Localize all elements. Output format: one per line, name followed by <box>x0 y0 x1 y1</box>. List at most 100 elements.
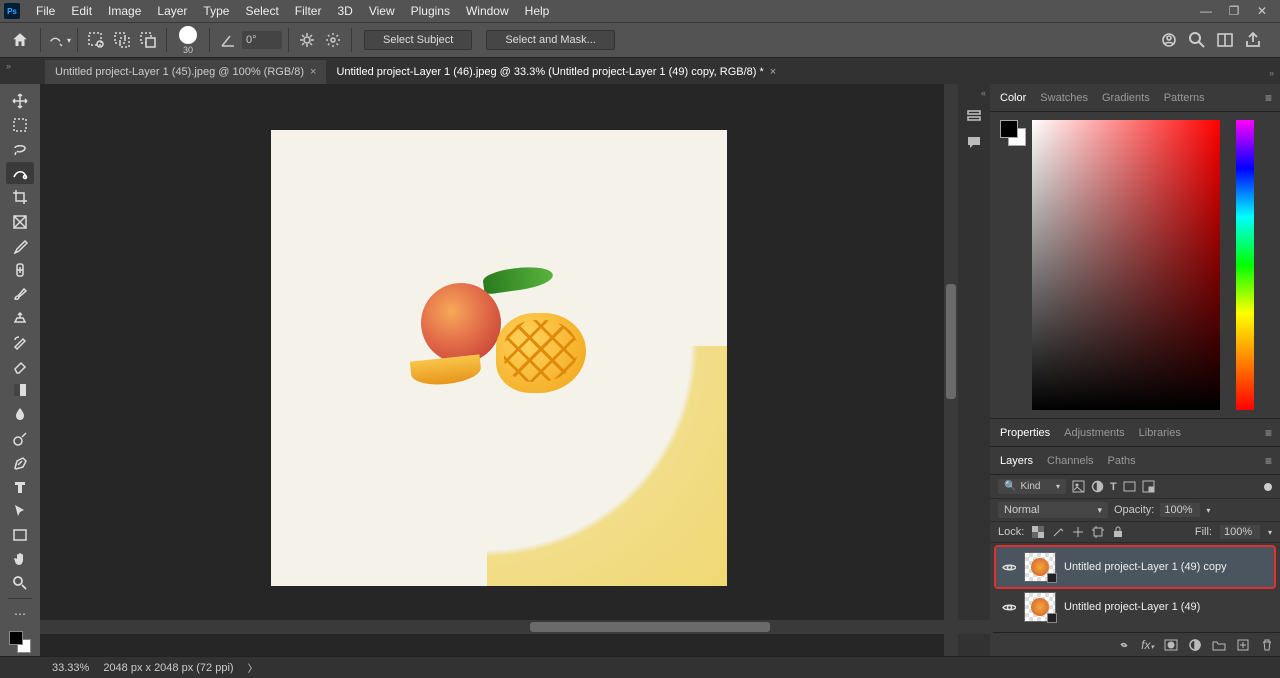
close-tab-icon[interactable]: × <box>310 66 316 78</box>
filter-shape-icon[interactable] <box>1123 480 1136 493</box>
hue-slider[interactable] <box>1236 120 1254 410</box>
brush-angle-input[interactable]: 0° <box>242 31 282 49</box>
layer-row[interactable]: Untitled project-Layer 1 (49) copy <box>996 547 1274 587</box>
layer-visibility-icon[interactable] <box>1002 560 1016 574</box>
filter-type-icon[interactable]: T <box>1110 481 1117 493</box>
cloud-share-icon[interactable] <box>1160 31 1178 49</box>
group-icon[interactable] <box>1212 638 1226 652</box>
menu-help[interactable]: Help <box>517 2 558 20</box>
layer-mask-icon[interactable] <box>1164 638 1178 652</box>
panel-menu-icon[interactable]: ≡ <box>1265 454 1272 468</box>
edit-toolbar-icon[interactable]: ⋯ <box>6 603 34 625</box>
eyedropper-tool[interactable] <box>6 235 34 257</box>
collapse-dock-icon[interactable]: » <box>1269 68 1274 78</box>
path-selection-tool[interactable] <box>6 500 34 522</box>
zoom-tool[interactable] <box>6 572 34 594</box>
window-minimize-button[interactable]: — <box>1192 1 1220 21</box>
close-tab-icon[interactable]: × <box>770 66 776 78</box>
lock-pixels-icon[interactable] <box>1052 526 1064 538</box>
share-icon[interactable] <box>1244 31 1262 49</box>
lock-position-icon[interactable] <box>1072 526 1084 538</box>
fill-input[interactable]: 100% <box>1220 525 1260 539</box>
opacity-input[interactable]: 100% <box>1160 503 1200 517</box>
tab-gradients[interactable]: Gradients <box>1102 92 1150 104</box>
menu-type[interactable]: Type <box>195 2 237 20</box>
filter-smart-icon[interactable] <box>1142 480 1155 493</box>
select-and-mask-button[interactable]: Select and Mask... <box>486 30 615 50</box>
expand-dock-icon[interactable]: « <box>981 88 986 98</box>
filter-toggle[interactable] <box>1264 483 1272 491</box>
menu-filter[interactable]: Filter <box>287 2 330 20</box>
marquee-tool[interactable] <box>6 114 34 136</box>
new-selection-icon[interactable] <box>84 28 108 52</box>
menu-image[interactable]: Image <box>100 2 149 20</box>
home-button[interactable] <box>6 26 34 54</box>
lock-artboard-icon[interactable] <box>1092 526 1104 538</box>
new-layer-icon[interactable] <box>1236 638 1250 652</box>
menu-3d[interactable]: 3D <box>329 2 360 20</box>
status-chevron-icon[interactable]: 〉 <box>248 660 258 675</box>
menu-window[interactable]: Window <box>458 2 517 20</box>
canvas-area[interactable] <box>40 84 958 656</box>
eraser-tool[interactable] <box>6 355 34 377</box>
history-panel-icon[interactable] <box>966 108 982 124</box>
blend-mode-dropdown[interactable]: Normal▾ <box>998 502 1108 518</box>
search-icon[interactable] <box>1188 31 1206 49</box>
tab-overflow-icon[interactable]: » <box>6 61 11 71</box>
layer-style-icon[interactable]: fx▾ <box>1141 638 1154 652</box>
menu-select[interactable]: Select <box>237 2 286 20</box>
add-selection-icon[interactable] <box>110 28 134 52</box>
tab-paths[interactable]: Paths <box>1108 455 1136 467</box>
menu-plugins[interactable]: Plugins <box>403 2 458 20</box>
quick-selection-tool[interactable] <box>6 162 34 184</box>
frame-tool[interactable] <box>6 211 34 233</box>
window-close-button[interactable]: ✕ <box>1248 1 1276 21</box>
color-field[interactable] <box>1032 120 1220 410</box>
tab-swatches[interactable]: Swatches <box>1040 92 1088 104</box>
menu-file[interactable]: File <box>28 2 63 20</box>
lock-transparency-icon[interactable] <box>1032 526 1044 538</box>
foreground-background-colors[interactable] <box>6 627 34 656</box>
lock-all-icon[interactable] <box>1112 526 1124 538</box>
filter-adjustment-icon[interactable] <box>1091 480 1104 493</box>
layer-visibility-icon[interactable] <box>1002 600 1016 614</box>
color-swatch-fgbg[interactable] <box>1000 120 1026 146</box>
tab-layers[interactable]: Layers <box>1000 455 1033 467</box>
menu-view[interactable]: View <box>361 2 403 20</box>
zoom-level[interactable]: 33.33% <box>52 662 89 674</box>
menu-edit[interactable]: Edit <box>63 2 100 20</box>
tab-adjustments[interactable]: Adjustments <box>1064 427 1125 439</box>
panel-menu-icon[interactable]: ≡ <box>1265 426 1272 440</box>
layer-thumbnail[interactable] <box>1024 592 1056 622</box>
document-tab-1[interactable]: Untitled project-Layer 1 (45).jpeg @ 100… <box>45 60 326 84</box>
clone-stamp-tool[interactable] <box>6 307 34 329</box>
rectangle-tool[interactable] <box>6 524 34 546</box>
layer-filter-kind[interactable]: 🔍Kind▾ <box>998 479 1066 494</box>
layer-name[interactable]: Untitled project-Layer 1 (49) copy <box>1064 561 1227 573</box>
gear-icon[interactable] <box>321 28 345 52</box>
blur-tool[interactable] <box>6 403 34 425</box>
tab-libraries[interactable]: Libraries <box>1139 427 1181 439</box>
workspace-icon[interactable] <box>1216 31 1234 49</box>
adjustment-layer-icon[interactable] <box>1188 638 1202 652</box>
vertical-scrollbar[interactable] <box>944 84 958 656</box>
document-tab-2[interactable]: Untitled project-Layer 1 (46).jpeg @ 33.… <box>326 60 786 84</box>
menu-layer[interactable]: Layer <box>149 2 195 20</box>
history-brush-tool[interactable] <box>6 331 34 353</box>
gradient-tool[interactable] <box>6 379 34 401</box>
tab-properties[interactable]: Properties <box>1000 427 1050 439</box>
panel-menu-icon[interactable]: ≡ <box>1265 91 1272 105</box>
select-subject-button[interactable]: Select Subject <box>364 30 472 50</box>
dodge-tool[interactable] <box>6 428 34 450</box>
hand-tool[interactable] <box>6 548 34 570</box>
document-dimensions[interactable]: 2048 px x 2048 px (72 ppi) <box>103 662 233 674</box>
layer-name[interactable]: Untitled project-Layer 1 (49) <box>1064 601 1200 613</box>
comments-panel-icon[interactable] <box>966 134 982 150</box>
tool-preset-picker[interactable]: ▾ <box>47 28 71 52</box>
move-tool[interactable] <box>6 90 34 112</box>
layer-thumbnail[interactable] <box>1024 552 1056 582</box>
tab-color[interactable]: Color <box>1000 92 1026 104</box>
delete-layer-icon[interactable] <box>1260 638 1274 652</box>
brush-tool[interactable] <box>6 283 34 305</box>
link-layers-icon[interactable] <box>1117 638 1131 652</box>
